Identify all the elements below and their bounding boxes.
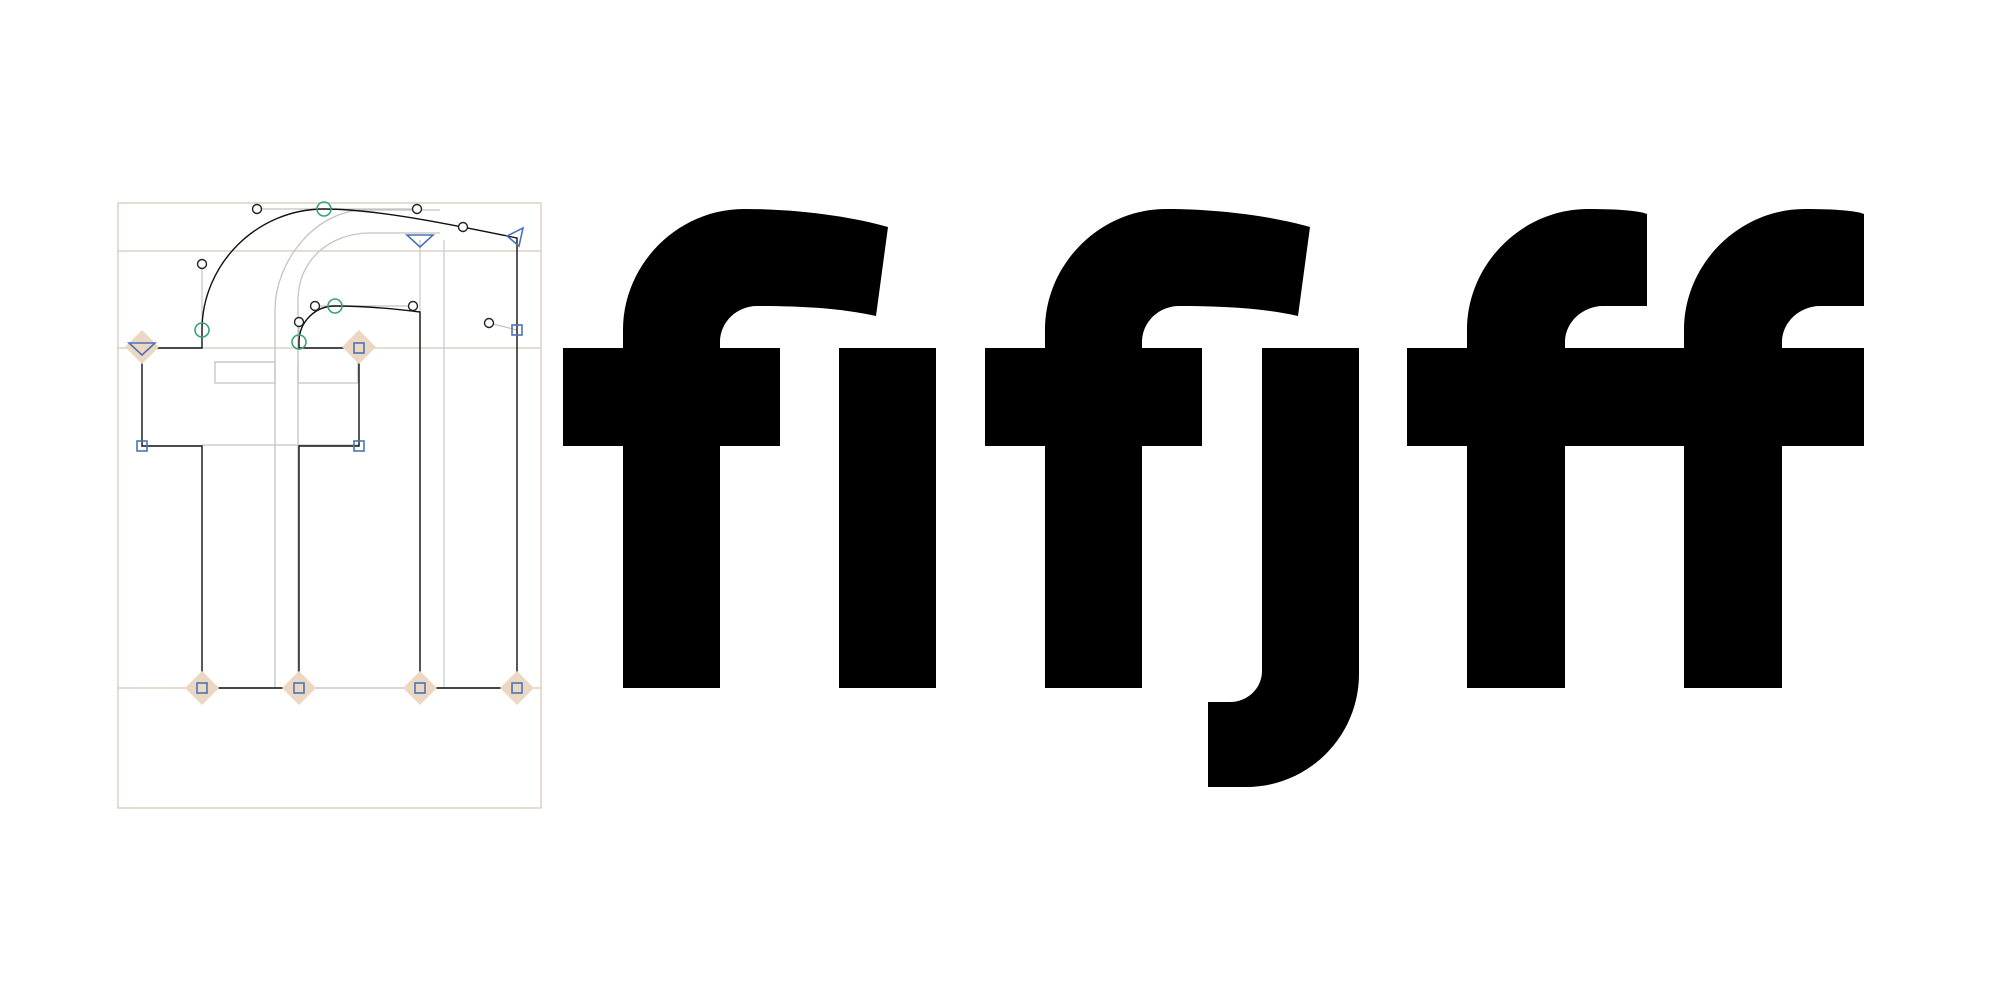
preview-text: fifjff: [563, 209, 1864, 787]
corner-points[interactable]: [136, 324, 523, 694]
anchors[interactable]: [125, 330, 534, 705]
diamond-anchor-icon[interactable]: [403, 671, 437, 705]
glyph-frame: [117, 202, 542, 809]
glyph-editor-canvas[interactable]: fifjff: [0, 0, 2000, 1000]
smooth-points[interactable]: [194, 201, 343, 350]
preview-glyph-f-2: [985, 209, 1310, 688]
glyph-edit-panel[interactable]: [117, 201, 542, 809]
preview-glyph-f-3: [1407, 209, 1686, 688]
preview-glyph-j: [1208, 348, 1359, 787]
diamond-anchor-icon[interactable]: [282, 671, 316, 705]
ghost-glyph: [202, 209, 517, 689]
start-points[interactable]: [126, 226, 525, 357]
diamond-anchor-icon[interactable]: [500, 671, 534, 705]
offcurve-points[interactable]: [196, 203, 495, 329]
diamond-anchor-icon[interactable]: [125, 330, 159, 364]
glyph-outline-f[interactable]: [141, 208, 518, 689]
preview-glyph-i: [839, 348, 936, 688]
diamond-anchor-icon[interactable]: [185, 671, 219, 705]
diamond-anchor-icon[interactable]: [342, 330, 376, 364]
preview-glyph-f-4: [1640, 209, 1864, 688]
